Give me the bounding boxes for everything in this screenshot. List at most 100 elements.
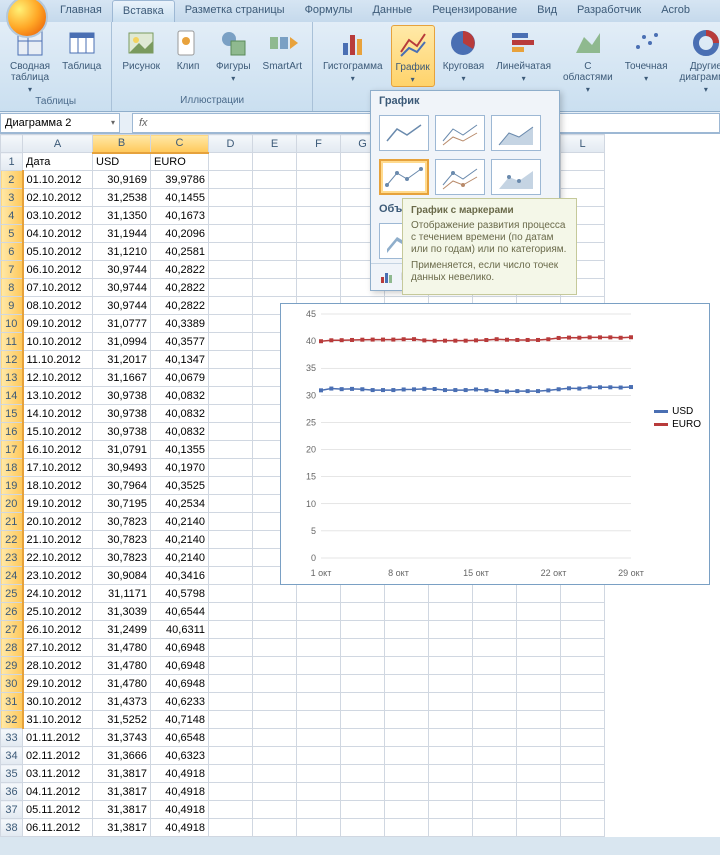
cell-36-H[interactable] bbox=[385, 783, 429, 801]
cell-20-D[interactable] bbox=[209, 495, 253, 513]
cell-25-H[interactable] bbox=[385, 585, 429, 603]
row-header-35[interactable]: 35 bbox=[1, 765, 23, 783]
row-header-14[interactable]: 14 bbox=[1, 387, 23, 405]
cell-10-B[interactable]: 31,0777 bbox=[93, 315, 151, 333]
cell-36-B[interactable]: 31,3817 bbox=[93, 783, 151, 801]
cell-35-L[interactable] bbox=[561, 765, 605, 783]
cell-31-D[interactable] bbox=[209, 693, 253, 711]
cell-24-D[interactable] bbox=[209, 567, 253, 585]
cell-36-G[interactable] bbox=[341, 783, 385, 801]
cell-16-B[interactable]: 30,9738 bbox=[93, 423, 151, 441]
chart-plot[interactable]: 0510152025303540451 окт8 окт15 окт22 окт… bbox=[281, 304, 709, 584]
cell-17-A[interactable]: 16.10.2012 bbox=[23, 441, 93, 459]
cell-18-B[interactable]: 30,9493 bbox=[93, 459, 151, 477]
cell-31-L[interactable] bbox=[561, 693, 605, 711]
cell-37-F[interactable] bbox=[297, 801, 341, 819]
cell-28-F[interactable] bbox=[297, 639, 341, 657]
cell-9-C[interactable]: 40,2822 bbox=[151, 297, 209, 315]
cell-32-E[interactable] bbox=[253, 711, 297, 729]
cell-36-J[interactable] bbox=[473, 783, 517, 801]
cell-2-B[interactable]: 30,9169 bbox=[93, 171, 151, 189]
cell-29-G[interactable] bbox=[341, 657, 385, 675]
cell-2-A[interactable]: 01.10.2012 bbox=[23, 171, 93, 189]
line-type-2[interactable] bbox=[435, 115, 485, 151]
cell-29-F[interactable] bbox=[297, 657, 341, 675]
cell-28-D[interactable] bbox=[209, 639, 253, 657]
cell-27-F[interactable] bbox=[297, 621, 341, 639]
cell-38-K[interactable] bbox=[517, 819, 561, 837]
row-header-5[interactable]: 5 bbox=[1, 225, 23, 243]
cell-35-F[interactable] bbox=[297, 765, 341, 783]
cell-32-J[interactable] bbox=[473, 711, 517, 729]
row-header-19[interactable]: 19 bbox=[1, 477, 23, 495]
cell-36-D[interactable] bbox=[209, 783, 253, 801]
cell-5-D[interactable] bbox=[209, 225, 253, 243]
cell-6-D[interactable] bbox=[209, 243, 253, 261]
cell-35-A[interactable]: 03.11.2012 bbox=[23, 765, 93, 783]
cell-33-L[interactable] bbox=[561, 729, 605, 747]
row-header-2[interactable]: 2 bbox=[1, 171, 23, 189]
cell-4-A[interactable]: 03.10.2012 bbox=[23, 207, 93, 225]
cell-22-A[interactable]: 21.10.2012 bbox=[23, 531, 93, 549]
cell-11-C[interactable]: 40,3577 bbox=[151, 333, 209, 351]
cell-33-K[interactable] bbox=[517, 729, 561, 747]
cell-32-H[interactable] bbox=[385, 711, 429, 729]
row-header-9[interactable]: 9 bbox=[1, 297, 23, 315]
cell-4-C[interactable]: 40,1673 bbox=[151, 207, 209, 225]
cell-27-L[interactable] bbox=[561, 621, 605, 639]
cell-7-A[interactable]: 06.10.2012 bbox=[23, 261, 93, 279]
cell-35-J[interactable] bbox=[473, 765, 517, 783]
cell-10-C[interactable]: 40,3389 bbox=[151, 315, 209, 333]
cell-5-B[interactable]: 31,1944 bbox=[93, 225, 151, 243]
cell-7-F[interactable] bbox=[297, 261, 341, 279]
cell-30-K[interactable] bbox=[517, 675, 561, 693]
row-header-21[interactable]: 21 bbox=[1, 513, 23, 531]
cell-8-E[interactable] bbox=[253, 279, 297, 297]
line-type-1[interactable] bbox=[379, 115, 429, 151]
cell-30-B[interactable]: 31,4780 bbox=[93, 675, 151, 693]
col-header-B[interactable]: B bbox=[93, 135, 151, 153]
cell-33-D[interactable] bbox=[209, 729, 253, 747]
cell-28-I[interactable] bbox=[429, 639, 473, 657]
cell-26-F[interactable] bbox=[297, 603, 341, 621]
row-header-17[interactable]: 17 bbox=[1, 441, 23, 459]
row-header-16[interactable]: 16 bbox=[1, 423, 23, 441]
chart-legend[interactable]: USD EURO bbox=[654, 404, 701, 432]
cell-33-F[interactable] bbox=[297, 729, 341, 747]
cell-33-B[interactable]: 31,3743 bbox=[93, 729, 151, 747]
cell-29-I[interactable] bbox=[429, 657, 473, 675]
cell-21-C[interactable]: 40,2140 bbox=[151, 513, 209, 531]
cell-27-E[interactable] bbox=[253, 621, 297, 639]
cell-26-E[interactable] bbox=[253, 603, 297, 621]
cell-36-A[interactable]: 04.11.2012 bbox=[23, 783, 93, 801]
cell-37-I[interactable] bbox=[429, 801, 473, 819]
cell-22-B[interactable]: 30,7823 bbox=[93, 531, 151, 549]
cell-25-B[interactable]: 31,1171 bbox=[93, 585, 151, 603]
cell-32-K[interactable] bbox=[517, 711, 561, 729]
cell-26-A[interactable]: 25.10.2012 bbox=[23, 603, 93, 621]
tab-page-layout[interactable]: Разметка страницы bbox=[175, 0, 295, 22]
row-header-38[interactable]: 38 bbox=[1, 819, 23, 837]
cell-33-I[interactable] bbox=[429, 729, 473, 747]
cell-7-B[interactable]: 30,9744 bbox=[93, 261, 151, 279]
cell-34-A[interactable]: 02.11.2012 bbox=[23, 747, 93, 765]
cell-30-I[interactable] bbox=[429, 675, 473, 693]
cell-34-K[interactable] bbox=[517, 747, 561, 765]
cell-25-I[interactable] bbox=[429, 585, 473, 603]
cell-6-F[interactable] bbox=[297, 243, 341, 261]
row-header-15[interactable]: 15 bbox=[1, 405, 23, 423]
cell-6-A[interactable]: 05.10.2012 bbox=[23, 243, 93, 261]
cell-37-B[interactable]: 31,3817 bbox=[93, 801, 151, 819]
cell-13-A[interactable]: 12.10.2012 bbox=[23, 369, 93, 387]
cell-35-C[interactable]: 40,4918 bbox=[151, 765, 209, 783]
cell-33-A[interactable]: 01.11.2012 bbox=[23, 729, 93, 747]
cell-29-D[interactable] bbox=[209, 657, 253, 675]
cell-37-D[interactable] bbox=[209, 801, 253, 819]
cell-26-D[interactable] bbox=[209, 603, 253, 621]
cell-17-D[interactable] bbox=[209, 441, 253, 459]
cell-33-J[interactable] bbox=[473, 729, 517, 747]
cell-3-B[interactable]: 31,2538 bbox=[93, 189, 151, 207]
cell-30-E[interactable] bbox=[253, 675, 297, 693]
cell-37-J[interactable] bbox=[473, 801, 517, 819]
row-header-30[interactable]: 30 bbox=[1, 675, 23, 693]
